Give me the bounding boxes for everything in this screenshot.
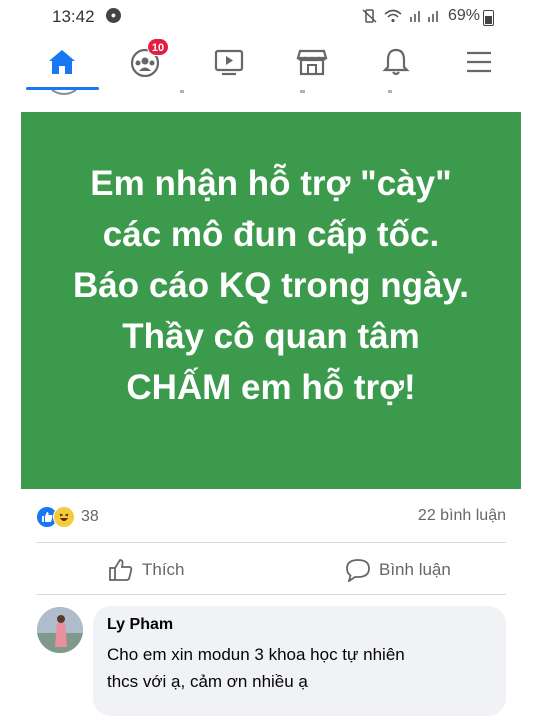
- comment-author[interactable]: Ly Pham: [107, 616, 173, 634]
- divider: [36, 594, 506, 595]
- comment-button[interactable]: Bình luận: [345, 558, 451, 582]
- comment-label: Bình luận: [379, 560, 451, 579]
- comment-count-link[interactable]: 22 bình luận: [418, 507, 506, 525]
- nav-notifications[interactable]: [378, 44, 414, 80]
- comment-bubble: Ly Pham Cho em xin modun 3 khoa học tự n…: [93, 606, 506, 716]
- groups-badge: 10: [147, 38, 169, 56]
- wifi-icon: [384, 9, 402, 23]
- nav-watch[interactable]: [211, 44, 247, 80]
- hamburger-icon: [467, 51, 491, 73]
- post-line: CHẤM em hỗ trợ!: [126, 368, 416, 407]
- video-icon: [214, 49, 244, 76]
- nav-marketplace[interactable]: [294, 44, 330, 80]
- battery-percent: 69%: [447, 7, 480, 24]
- marketplace-icon: [296, 49, 328, 76]
- cut-off-text-fragment: [51, 90, 392, 95]
- scrolled-content-fragment: [0, 90, 558, 104]
- post-text-card[interactable]: Em nhận hỗ trợ "cày" các mô đun cấp tốc.…: [21, 112, 521, 489]
- post-line: Báo cáo KQ trong ngày.: [72, 266, 470, 305]
- comment-icon: [346, 559, 370, 582]
- post-line: các mô đun cấp tốc.: [102, 215, 440, 254]
- post-line: Em nhận hỗ trợ "cày": [90, 164, 452, 203]
- nav-menu[interactable]: [461, 44, 497, 80]
- home-icon: [49, 50, 75, 74]
- status-bar: 13:42 ● 69%: [0, 0, 558, 32]
- bell-icon: [382, 48, 410, 76]
- haha-icon: [53, 506, 75, 528]
- avatar[interactable]: [37, 607, 83, 653]
- comment-line: Cho em xin modun 3 khoa học tự nhiên: [107, 645, 405, 664]
- mute-vibrate-icon: [362, 9, 377, 23]
- nav-groups[interactable]: 10: [127, 38, 169, 80]
- post-text: Em nhận hỗ trợ "cày" các mô đun cấp tốc.…: [73, 158, 469, 413]
- status-time: 13:42: [52, 7, 95, 26]
- like-button[interactable]: Thích: [108, 558, 185, 582]
- thumbs-up-icon: [109, 559, 133, 581]
- like-label: Thích: [142, 560, 185, 579]
- post-line: Thầy cô quan tâm: [122, 317, 420, 356]
- notification-dot-icon: ●: [106, 8, 121, 23]
- comment-text: Cho em xin modun 3 khoa học tự nhiên thc…: [107, 641, 497, 695]
- top-nav-bar: 10: [0, 38, 558, 90]
- reaction-count: 38: [81, 508, 99, 525]
- signal-icon: [409, 11, 438, 22]
- reactions-summary[interactable]: 38: [36, 506, 99, 528]
- battery-icon: [483, 10, 494, 26]
- comment-line: thcs với ạ, cảm ơn nhiều ạ: [107, 672, 308, 691]
- nav-home[interactable]: [44, 44, 80, 80]
- divider: [36, 542, 506, 543]
- status-icons: 69%: [362, 7, 496, 25]
